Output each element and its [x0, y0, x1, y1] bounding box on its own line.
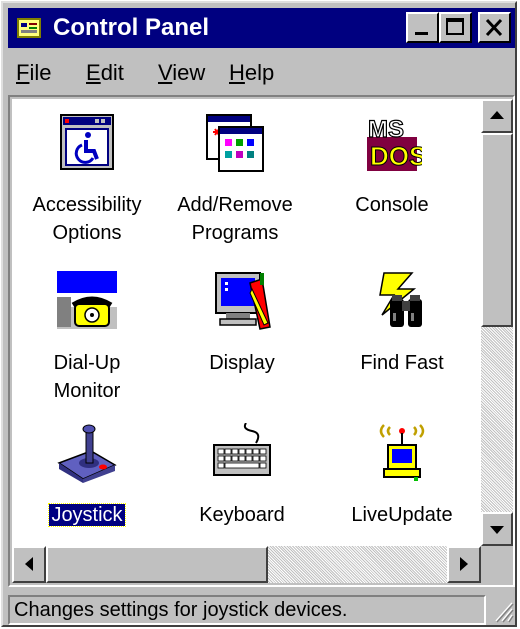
icon-view[interactable]: Accessibility Options Add/Remove Program… [12, 99, 481, 546]
icon-view-frame: Accessibility Options Add/Remove Program… [8, 95, 515, 587]
menu-file-rest: ile [29, 60, 52, 85]
scrollbar-corner [481, 546, 513, 583]
item-label: Console [317, 191, 467, 219]
item-liveupdate[interactable]: LiveUpdate [327, 419, 477, 546]
vertical-scrollbar[interactable] [481, 99, 513, 546]
resize-grip-icon[interactable] [492, 599, 514, 623]
menu-edit-mnemonic: E [86, 60, 101, 85]
item-joystick[interactable]: Joystick [12, 419, 162, 546]
dial-up-monitor-icon [57, 271, 117, 329]
display-icon [215, 272, 271, 330]
scroll-left-button[interactable] [12, 546, 46, 583]
item-label-text: Find Fast [360, 352, 444, 374]
vertical-scroll-thumb[interactable] [481, 133, 513, 327]
minimize-icon [415, 32, 428, 35]
status-text: Changes settings for joystick devices. [8, 595, 486, 625]
item-label-text: Console [355, 194, 429, 216]
item-label-text: Display [209, 352, 275, 374]
horizontal-scrollbar[interactable] [12, 546, 481, 583]
menu-help-rest: elp [244, 60, 275, 85]
svg-text:MS: MS [368, 116, 404, 143]
menu-view-rest: iew [172, 60, 206, 85]
horizontal-scroll-thumb[interactable] [46, 546, 268, 583]
maximize-icon [446, 18, 464, 35]
item-add-remove-programs[interactable]: Add/Remove Programs [160, 109, 310, 254]
window-title: Control Panel [53, 14, 210, 41]
menu-bar: File Edit View Help [8, 55, 515, 89]
control-panel-icon [17, 18, 41, 38]
item-label-text: Accessibility Options [32, 194, 142, 244]
liveupdate-icon [379, 424, 425, 481]
joystick-icon [57, 424, 117, 483]
accessibility-icon [60, 114, 114, 170]
minimize-button[interactable] [406, 12, 439, 43]
control-panel-window: Control Panel File Edit View Help Access… [1, 1, 517, 627]
keyboard-icon [213, 423, 271, 476]
item-label-text: LiveUpdate [351, 504, 453, 526]
item-label: Find Fast [327, 349, 477, 377]
scroll-right-button[interactable] [447, 546, 481, 583]
item-display[interactable]: Display [167, 267, 317, 412]
maximize-button[interactable] [439, 12, 472, 43]
item-label: Add/Remove Programs [160, 191, 310, 247]
status-bar: Changes settings for joystick devices. [8, 595, 515, 625]
menu-edit-rest: dit [100, 60, 124, 85]
scroll-down-button[interactable] [481, 512, 513, 546]
arrow-left-icon [25, 557, 33, 571]
item-label: Accessibility Options [12, 191, 162, 247]
menu-view-mnemonic: V [158, 60, 173, 85]
add-remove-programs-icon [206, 114, 264, 172]
item-label: Display [167, 349, 317, 377]
svg-text:DOS: DOS [370, 141, 422, 171]
menu-help-mnemonic: H [229, 60, 245, 85]
find-fast-icon [379, 272, 422, 327]
item-label-text: Keyboard [199, 504, 285, 526]
arrow-down-icon [490, 526, 504, 534]
title-bar[interactable]: Control Panel [8, 8, 515, 48]
menu-view[interactable]: View [158, 61, 205, 85]
item-dial-up-monitor[interactable]: Dial-Up Monitor [12, 267, 162, 412]
menu-edit[interactable]: Edit [86, 61, 124, 85]
item-find-fast[interactable]: Find Fast [327, 267, 477, 412]
item-label-text: Dial-Up Monitor [53, 352, 121, 402]
scroll-up-button[interactable] [481, 99, 513, 133]
item-label-text: Add/Remove Programs [177, 194, 293, 244]
item-label: LiveUpdate [327, 501, 477, 529]
menu-file-mnemonic: F [16, 60, 30, 85]
item-label-text: Joystick [48, 503, 126, 527]
menu-help[interactable]: Help [229, 61, 274, 85]
close-button[interactable] [478, 12, 511, 43]
arrow-up-icon [490, 111, 504, 119]
item-label: Dial-Up Monitor [12, 349, 162, 405]
item-keyboard[interactable]: Keyboard [167, 419, 317, 546]
item-accessibility-options[interactable]: Accessibility Options [12, 109, 162, 254]
console-icon: MS DOS [367, 115, 422, 172]
item-console[interactable]: MS DOS Console [317, 109, 467, 254]
item-label: Keyboard [167, 501, 317, 529]
menu-file[interactable]: File [16, 61, 51, 85]
arrow-right-icon [460, 557, 468, 571]
item-label: Joystick [12, 501, 162, 529]
close-icon [485, 18, 503, 37]
